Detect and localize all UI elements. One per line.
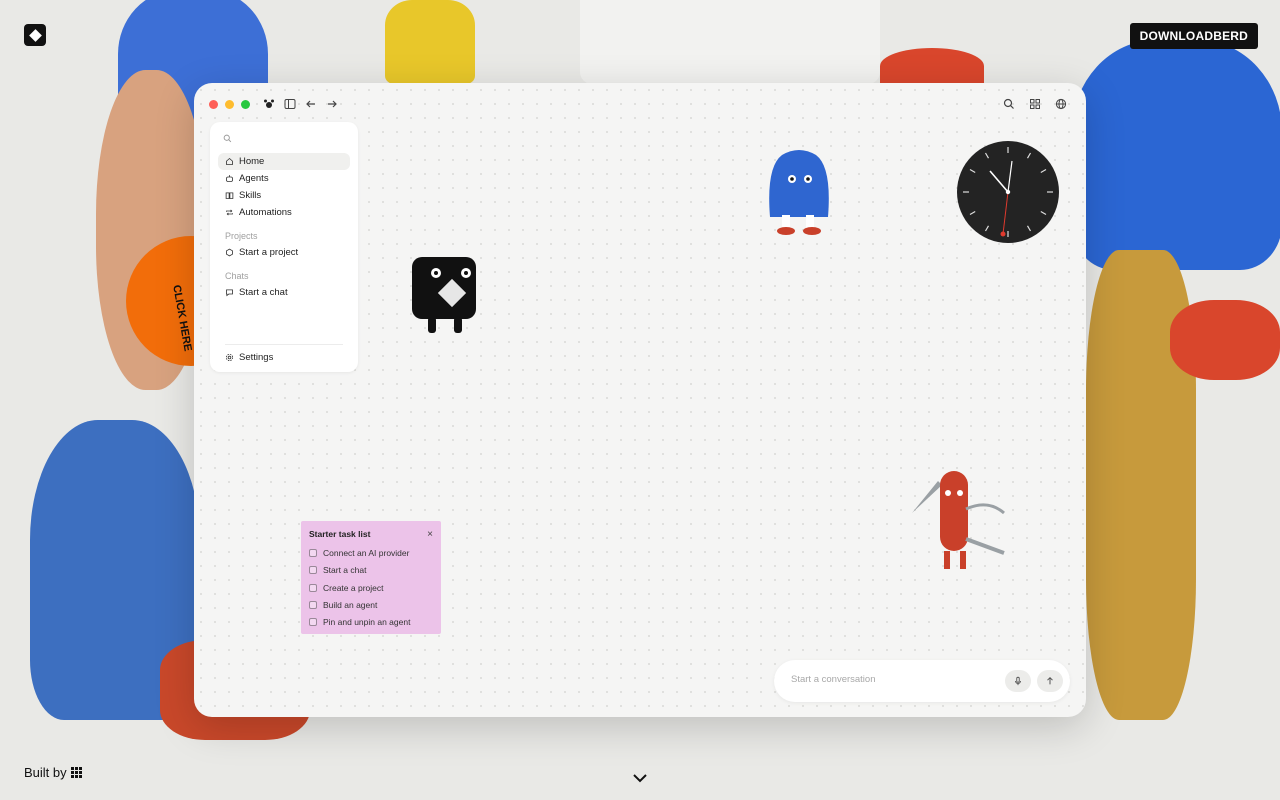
gear-icon bbox=[225, 353, 234, 362]
project-icon bbox=[226, 248, 233, 257]
start-chat-button[interactable]: Start a chat bbox=[218, 284, 350, 301]
sidebar-item-label: Automations bbox=[239, 207, 292, 218]
task-checkbox[interactable] bbox=[309, 549, 317, 557]
task-item[interactable]: Build an agent bbox=[309, 600, 377, 610]
sidebar-item-label: Agents bbox=[239, 173, 269, 184]
sidebar-item-skills[interactable]: Skills bbox=[218, 187, 350, 204]
task-item[interactable]: Create a project bbox=[309, 583, 383, 593]
brand-logo[interactable] bbox=[24, 24, 46, 46]
task-label: Pin and unpin an agent bbox=[323, 617, 411, 627]
close-window-button[interactable] bbox=[209, 100, 218, 109]
home-icon bbox=[226, 157, 233, 165]
analog-clock bbox=[957, 141, 1059, 243]
forward-arrow-icon[interactable] bbox=[325, 97, 339, 111]
chevron-down-icon[interactable] bbox=[632, 772, 648, 784]
microphone-button[interactable] bbox=[1005, 670, 1031, 692]
grid-apps-icon[interactable] bbox=[1028, 97, 1042, 111]
microphone-icon bbox=[1015, 676, 1021, 686]
red-knife-character[interactable] bbox=[908, 469, 1008, 577]
book-icon bbox=[225, 192, 234, 199]
app-logo-icon[interactable] bbox=[262, 97, 276, 111]
black-box-character[interactable] bbox=[406, 253, 482, 339]
task-item[interactable]: Pin and unpin an agent bbox=[309, 617, 410, 627]
start-project-button[interactable]: Start a project bbox=[218, 244, 350, 261]
search-icon[interactable] bbox=[1002, 97, 1016, 111]
settings-label: Settings bbox=[239, 352, 274, 363]
blue-jelly-character[interactable] bbox=[760, 147, 838, 237]
globe-icon[interactable] bbox=[1054, 97, 1068, 111]
arrow-up-icon bbox=[1047, 676, 1053, 685]
click-here-label: CLICK HERE bbox=[170, 284, 194, 353]
start-project-label: Start a project bbox=[239, 247, 299, 258]
sidebar: Home Agents Skills Automations Projects … bbox=[210, 122, 358, 372]
sidebar-item-label: Skills bbox=[239, 190, 262, 201]
starter-task-list: Starter task list × Connect an AI provid… bbox=[301, 521, 441, 634]
sidebar-search-icon[interactable] bbox=[223, 134, 235, 146]
start-chat-label: Start a chat bbox=[239, 287, 288, 298]
task-checkbox[interactable] bbox=[309, 584, 317, 592]
projects-heading: Projects bbox=[225, 231, 258, 241]
bg-red-shoe bbox=[1170, 300, 1280, 380]
task-item[interactable]: Start a chat bbox=[309, 565, 366, 575]
maximize-window-button[interactable] bbox=[241, 100, 250, 109]
repeat-icon bbox=[226, 209, 233, 216]
bg-dice bbox=[580, 0, 880, 84]
download-button[interactable]: DOWNLOADBERD bbox=[1129, 23, 1258, 49]
task-label: Start a chat bbox=[323, 565, 367, 575]
minimize-window-button[interactable] bbox=[225, 100, 234, 109]
robot-icon bbox=[226, 175, 233, 182]
bg-blue-jelly-right bbox=[1072, 40, 1280, 270]
task-checkbox[interactable] bbox=[309, 566, 317, 574]
task-label: Create a project bbox=[323, 583, 384, 593]
sidebar-item-agents[interactable]: Agents bbox=[218, 170, 350, 187]
settings-button[interactable]: Settings bbox=[218, 349, 350, 366]
app-window: Home Agents Skills Automations Projects … bbox=[194, 83, 1086, 717]
bg-yellow-figure bbox=[385, 0, 475, 84]
task-checkbox[interactable] bbox=[309, 618, 317, 626]
task-list-title: Starter task list bbox=[309, 529, 371, 539]
composer-input[interactable]: Start a conversation bbox=[791, 674, 876, 685]
sidebar-item-label: Home bbox=[239, 156, 265, 167]
sidebar-item-home[interactable]: Home bbox=[218, 153, 350, 170]
built-by-credit[interactable]: Built by bbox=[24, 765, 82, 780]
sidebar-divider bbox=[225, 344, 343, 345]
task-item[interactable]: Connect an AI provider bbox=[309, 548, 409, 558]
close-icon[interactable]: × bbox=[427, 529, 433, 540]
sidebar-item-automations[interactable]: Automations bbox=[218, 204, 350, 221]
chat-composer[interactable]: Start a conversation bbox=[774, 660, 1070, 702]
studio-logo-icon bbox=[70, 767, 82, 778]
task-label: Build an agent bbox=[323, 600, 378, 610]
window-controls bbox=[209, 100, 250, 109]
chat-bubble-icon bbox=[226, 289, 233, 297]
task-checkbox[interactable] bbox=[309, 601, 317, 609]
send-button[interactable] bbox=[1037, 670, 1063, 692]
task-label: Connect an AI provider bbox=[323, 548, 410, 558]
built-by-label: Built by bbox=[24, 765, 67, 780]
window-titlebar bbox=[194, 83, 1086, 125]
chats-heading: Chats bbox=[225, 271, 249, 281]
sidebar-toggle-icon[interactable] bbox=[283, 97, 297, 111]
back-arrow-icon[interactable] bbox=[304, 97, 318, 111]
bg-red-figure-top bbox=[880, 48, 984, 84]
